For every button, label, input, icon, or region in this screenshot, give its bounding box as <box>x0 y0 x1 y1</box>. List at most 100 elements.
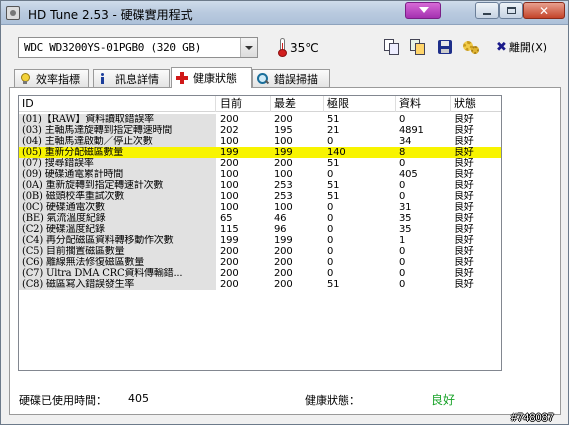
health-cross-icon <box>176 72 188 84</box>
table-row[interactable]: (0C) 硬碟通電次數 100 100 0 31 良好 <box>19 202 501 213</box>
attribute-status: 良好 <box>454 257 474 268</box>
attribute-threshold: 0 <box>327 257 334 268</box>
chevron-down-icon[interactable] <box>240 38 257 57</box>
attribute-threshold: 0 <box>327 169 334 180</box>
tab-label: 訊息詳情 <box>115 72 159 86</box>
attribute-threshold: 51 <box>327 158 340 169</box>
attribute-current: 199 <box>220 147 239 158</box>
health-status-value: 良好 <box>431 393 456 407</box>
info-icon <box>98 72 110 85</box>
drive-select[interactable]: WDC WD3200YS-01PGB0 (320 GB) <box>18 37 258 58</box>
save-icon[interactable] <box>436 38 454 56</box>
attribute-data: 0 <box>399 158 406 169</box>
thermometer-icon <box>278 38 287 57</box>
attribute-data: 1 <box>399 235 406 246</box>
attribute-status: 良好 <box>454 224 474 235</box>
attribute-status: 良好 <box>454 246 474 257</box>
close-icon: ✕ <box>538 3 550 18</box>
attribute-worst: 253 <box>274 191 293 202</box>
table-row[interactable]: (0A) 重新旋轉到指定轉速計次數 100 253 51 0 良好 <box>19 180 501 191</box>
download-arrow-icon[interactable] <box>405 2 441 19</box>
attribute-worst: 200 <box>274 279 293 290</box>
attribute-name: (04) 主軸馬達啟動／停止次數 <box>19 136 216 147</box>
attribute-name: (07) 搜尋錯誤率 <box>19 158 216 169</box>
smart-attributes-list[interactable]: ID 目前 最差 極限 資料 狀態 (01)【RAW】資料讀取錯誤率 200 2… <box>18 95 502 371</box>
table-row[interactable]: (BE) 氣流溫度紀錄 65 46 0 35 良好 <box>19 213 501 224</box>
table-row[interactable]: (C5) 目前擱置磁區數量 200 200 0 0 良好 <box>19 246 501 257</box>
options-icon[interactable] <box>462 38 480 56</box>
table-row[interactable]: (07) 搜尋錯誤率 200 200 51 0 良好 <box>19 158 501 169</box>
attribute-threshold: 0 <box>327 202 334 213</box>
maximize-button[interactable] <box>499 2 523 19</box>
attribute-current: 202 <box>220 125 239 136</box>
tab-benchmark[interactable]: 效率指標 <box>14 69 89 87</box>
column-header-current[interactable]: 目前 <box>217 96 271 112</box>
copy-text-icon[interactable] <box>383 38 401 56</box>
column-header-worst[interactable]: 最差 <box>271 96 324 112</box>
attribute-threshold: 0 <box>327 224 334 235</box>
attribute-name: (C6) 離線無法修復磁區數量 <box>19 257 216 268</box>
minimize-button[interactable] <box>475 2 499 19</box>
close-button[interactable]: ✕ <box>523 2 565 19</box>
attribute-status: 良好 <box>454 136 474 147</box>
attribute-worst: 200 <box>274 158 293 169</box>
title-bar[interactable]: HD Tune 2.53 - 硬碟實用程式 ✕ <box>1 1 568 25</box>
attribute-name: (03) 主軸馬達旋轉到指定轉速時間 <box>19 125 216 136</box>
temperature-readout: 35℃ <box>290 41 319 55</box>
hdtune-app-icon <box>6 6 20 20</box>
attribute-threshold: 21 <box>327 125 340 136</box>
attribute-status: 良好 <box>454 147 474 158</box>
column-header-status[interactable]: 狀態 <box>451 96 501 112</box>
table-row[interactable]: (04) 主軸馬達啟動／停止次數 100 100 0 34 良好 <box>19 136 501 147</box>
column-header-id[interactable]: ID <box>19 96 216 112</box>
column-header-data[interactable]: 資料 <box>396 96 451 112</box>
table-row[interactable]: (C7) Ultra DMA CRC資料傳輸錯... 200 200 0 0 良… <box>19 268 501 279</box>
tab-health[interactable]: 健康狀態 <box>171 67 252 88</box>
attribute-status: 良好 <box>454 235 474 246</box>
attribute-status: 良好 <box>454 169 474 180</box>
attribute-threshold: 0 <box>327 268 334 279</box>
attribute-current: 199 <box>220 235 239 246</box>
table-row[interactable]: (03) 主軸馬達旋轉到指定轉速時間 202 195 21 4891 良好 <box>19 125 501 136</box>
table-row[interactable]: (C8) 磁區寫入錯誤發生率 200 200 51 0 良好 <box>19 279 501 290</box>
attribute-worst: 253 <box>274 180 293 191</box>
attribute-worst: 200 <box>274 114 293 125</box>
copy-screenshot-icon[interactable] <box>409 38 427 56</box>
table-row[interactable]: (0B) 磁頭校準重試次數 100 253 51 0 良好 <box>19 191 501 202</box>
attribute-data: 0 <box>399 191 406 202</box>
table-row[interactable]: (C6) 離線無法修復磁區數量 200 200 0 0 良好 <box>19 257 501 268</box>
tab-label: 效率指標 <box>36 72 80 86</box>
attribute-name: (C7) Ultra DMA CRC資料傳輸錯... <box>19 268 216 279</box>
attribute-current: 100 <box>220 169 239 180</box>
exit-button[interactable]: ✖ 離開(X) <box>496 38 556 56</box>
maximize-icon <box>506 7 516 14</box>
attribute-status: 良好 <box>454 114 474 125</box>
attribute-current: 115 <box>220 224 239 235</box>
tab-error-scan[interactable]: 錯誤掃描 <box>252 69 330 87</box>
exit-button-label: 離開(X) <box>508 41 548 54</box>
attribute-current: 200 <box>220 268 239 279</box>
attribute-worst: 100 <box>274 202 293 213</box>
attribute-threshold: 0 <box>327 235 334 246</box>
tab-info[interactable]: 訊息詳情 <box>93 69 170 87</box>
health-status-label: 健康狀態： <box>305 394 360 407</box>
attribute-threshold: 51 <box>327 279 340 290</box>
attribute-threshold: 0 <box>327 136 334 147</box>
table-row-selected[interactable]: (05) 重新分配磁區數量 199 199 140 8 良好 <box>19 147 501 158</box>
attribute-current: 100 <box>220 136 239 147</box>
table-row[interactable]: (C4) 再分配磁區資料轉移動作次數 199 199 0 1 良好 <box>19 235 501 246</box>
table-row[interactable]: (09) 硬碟通電累計時間 100 100 0 405 良好 <box>19 169 501 180</box>
table-row[interactable]: (01)【RAW】資料讀取錯誤率 200 200 51 0 良好 <box>19 114 501 125</box>
attribute-name: (C5) 目前擱置磁區數量 <box>19 246 216 257</box>
attribute-data: 0 <box>399 257 406 268</box>
attribute-status: 良好 <box>454 191 474 202</box>
attribute-status: 良好 <box>454 125 474 136</box>
column-header-threshold[interactable]: 極限 <box>324 96 396 112</box>
attribute-threshold: 51 <box>327 191 340 202</box>
attribute-data: 34 <box>399 136 412 147</box>
tab-label: 健康狀態 <box>193 72 237 85</box>
attribute-status: 良好 <box>454 213 474 224</box>
table-row[interactable]: (C2) 硬碟溫度紀錄 115 96 0 35 良好 <box>19 224 501 235</box>
attribute-worst: 200 <box>274 257 293 268</box>
attribute-data: 35 <box>399 224 412 235</box>
